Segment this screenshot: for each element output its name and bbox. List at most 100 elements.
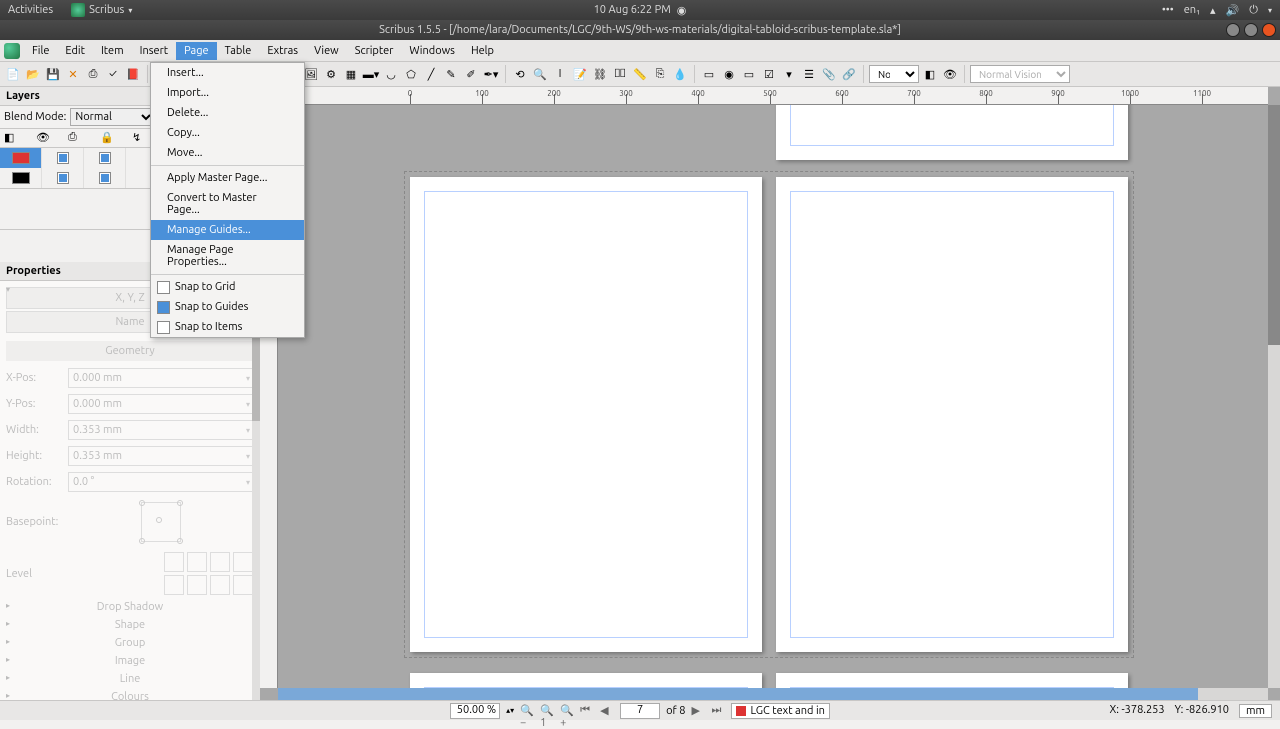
vision-mode-select[interactable]: Normal Vision — [970, 65, 1070, 83]
page-menu-snap-to-grid[interactable]: Snap to Grid — [151, 277, 304, 297]
page-menu-delete[interactable]: Delete... — [151, 103, 304, 123]
prev-page-button[interactable]: ◀ — [600, 704, 614, 718]
zoom-input[interactable]: 50.00 % — [450, 703, 500, 719]
new-button[interactable]: 📄 — [4, 65, 22, 83]
first-page-button[interactable]: ⏮ — [580, 704, 594, 718]
menu-scripter[interactable]: Scripter — [347, 42, 402, 60]
layer-check[interactable] — [57, 172, 69, 184]
menu-windows[interactable]: Windows — [401, 42, 463, 60]
pdf-pushbutton-tool[interactable]: ▭ — [700, 65, 718, 83]
pdf-checkbox-tool[interactable]: ☑ — [760, 65, 778, 83]
props-section-group[interactable]: Group — [6, 634, 254, 652]
horizontal-ruler[interactable]: 010020030040050060070080090010001100 — [278, 87, 1268, 105]
page-spread-prev-right[interactable] — [776, 105, 1128, 160]
menu-edit[interactable]: Edit — [57, 42, 93, 60]
ypos-input[interactable]: 0.000 mm — [68, 394, 254, 414]
table-tool[interactable]: ▦ — [342, 65, 360, 83]
rotate-tool[interactable]: ⟲ — [511, 65, 529, 83]
tray-menu-icon[interactable]: ••• — [1162, 4, 1174, 16]
width-input[interactable]: 0.353 mm — [68, 420, 254, 440]
level-top-button[interactable] — [164, 552, 184, 572]
page-menu-apply-master-page[interactable]: Apply Master Page... — [151, 168, 304, 188]
clock[interactable]: 10 Aug 6:22 PM — [594, 4, 671, 16]
menu-file[interactable]: File — [24, 42, 57, 60]
pdf-list-tool[interactable]: ☰ — [800, 65, 818, 83]
level-bottom-button[interactable] — [233, 552, 253, 572]
shape-tool[interactable]: ▬▾ — [362, 65, 380, 83]
story-editor-button[interactable]: 📝 — [571, 65, 589, 83]
page-menu-snap-to-guides[interactable]: Snap to Guides — [151, 297, 304, 317]
link-frames-tool[interactable]: ⛓ — [591, 65, 609, 83]
preflight-button[interactable]: ✓ — [104, 65, 122, 83]
current-page-input[interactable]: 7 — [620, 703, 660, 719]
rotation-input[interactable]: 0.0 ° — [68, 472, 254, 492]
close-doc-button[interactable]: ✕ — [64, 65, 82, 83]
height-input[interactable]: 0.353 mm — [68, 446, 254, 466]
open-button[interactable]: 📂 — [24, 65, 42, 83]
page-menu-manage-guides[interactable]: Manage Guides... — [151, 220, 304, 240]
render-frame-tool[interactable]: ⚙ — [322, 65, 340, 83]
menu-help[interactable]: Help — [463, 42, 502, 60]
pdf-link-tool[interactable]: 🔗 — [840, 65, 858, 83]
menu-item[interactable]: Item — [93, 42, 132, 60]
horizontal-scrollbar[interactable] — [278, 688, 1268, 700]
page-menu-move[interactable]: Move... — [151, 143, 304, 163]
level-up-button[interactable] — [187, 552, 207, 572]
page-menu-convert-to-master-page[interactable]: Convert to Master Page... — [151, 188, 304, 220]
menu-extras[interactable]: Extras — [259, 42, 306, 60]
props-section-shape[interactable]: Shape — [6, 616, 254, 634]
zoom-tool[interactable]: 🔍 — [531, 65, 549, 83]
network-icon[interactable]: ▴ — [1210, 4, 1216, 17]
flip-v-button[interactable] — [233, 575, 253, 595]
settings-caret-icon[interactable]: ▾ — [1268, 6, 1272, 15]
group-button[interactable] — [164, 575, 184, 595]
ungroup-button[interactable] — [187, 575, 207, 595]
bezier-tool[interactable]: ✎ — [442, 65, 460, 83]
unit-select[interactable]: mm — [1239, 704, 1272, 718]
last-page-button[interactable]: ⏭ — [711, 704, 725, 718]
eyedropper-tool[interactable]: 💧 — [671, 65, 689, 83]
unlink-frames-tool[interactable]: ⛓̸ — [611, 65, 629, 83]
layer-check[interactable] — [99, 172, 111, 184]
menu-page[interactable]: Page — [176, 42, 217, 60]
zoom-reset-button[interactable]: 🔍1 — [540, 704, 554, 718]
preview-mode-select[interactable]: Normal — [869, 65, 919, 83]
page-menu-insert[interactable]: Insert... — [151, 63, 304, 83]
maximize-button[interactable] — [1244, 23, 1258, 37]
menu-view[interactable]: View — [306, 42, 347, 60]
page-menu-import[interactable]: Import... — [151, 83, 304, 103]
activities-button[interactable]: Activities — [8, 4, 53, 16]
page-next-left[interactable] — [410, 673, 762, 688]
freehand-tool[interactable]: ✐ — [462, 65, 480, 83]
minimize-button[interactable] — [1226, 23, 1240, 37]
edit-contents-tool[interactable]: I — [551, 65, 569, 83]
toggle-cms-button[interactable]: ◧ — [921, 65, 939, 83]
document-viewport[interactable] — [278, 105, 1268, 688]
level-down-button[interactable] — [210, 552, 230, 572]
zoom-out-button[interactable]: 🔍− — [520, 704, 534, 718]
polygon-tool[interactable]: ⬠ — [402, 65, 420, 83]
notification-icon[interactable]: ◉ — [677, 4, 687, 17]
flip-h-button[interactable] — [210, 575, 230, 595]
page-menu-copy[interactable]: Copy... — [151, 123, 304, 143]
preview-button[interactable]: 👁 — [941, 65, 959, 83]
print-button[interactable]: ⎙ — [84, 65, 102, 83]
props-section-colours[interactable]: Colours — [6, 688, 254, 700]
props-section-line[interactable]: Line — [6, 670, 254, 688]
pdf-button[interactable]: 📕 — [124, 65, 142, 83]
pdf-combo-tool[interactable]: ▾ — [780, 65, 798, 83]
pdf-text-tool[interactable]: ▭ — [740, 65, 758, 83]
arc-tool[interactable]: ◡ — [382, 65, 400, 83]
app-menu[interactable]: Scribus ▾ — [71, 3, 132, 17]
save-button[interactable]: 💾 — [44, 65, 62, 83]
pdf-annot-tool[interactable]: 📎 — [820, 65, 838, 83]
basepoint-selector[interactable] — [141, 502, 181, 542]
layer-check[interactable] — [99, 152, 111, 164]
props-section-image[interactable]: Image — [6, 652, 254, 670]
calligraphy-tool[interactable]: ✒▾ — [482, 65, 500, 83]
language-indicator[interactable]: en₁ — [1184, 4, 1200, 16]
xpos-input[interactable]: 0.000 mm — [68, 368, 254, 388]
layer-check[interactable] — [57, 152, 69, 164]
page-next-right[interactable] — [776, 673, 1128, 688]
zoom-in-button[interactable]: 🔍+ — [560, 704, 574, 718]
